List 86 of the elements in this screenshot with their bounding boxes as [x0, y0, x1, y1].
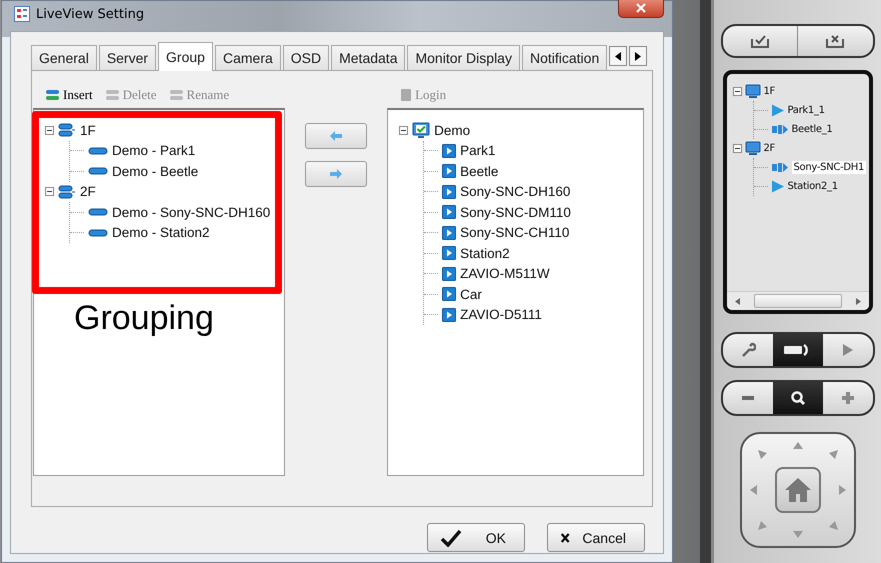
toolbar-button[interactable]: Insert	[45, 87, 93, 103]
tree-item[interactable]: Station2	[460, 246, 510, 261]
home-icon	[784, 477, 812, 503]
wrench-icon	[740, 342, 756, 358]
tree-item[interactable]: Park1	[460, 143, 496, 158]
collapse-toggle[interactable]	[732, 144, 742, 153]
tree-item[interactable]: Park1_1	[788, 105, 825, 116]
triangle-right-icon	[856, 298, 860, 304]
tree-item[interactable]: Demo - Beetle	[112, 164, 198, 179]
group-icon	[58, 184, 76, 199]
tree-item[interactable]: Demo - Sony-SNC-DH160	[112, 204, 270, 220]
tab[interactable]: Monitor Display	[407, 45, 520, 70]
tree-item[interactable]: ZAVIO-M511W	[460, 266, 550, 282]
tree-item[interactable]: Sony-SNC-DM110	[460, 204, 571, 220]
tree-item[interactable]: ZAVIO-D5111	[460, 307, 542, 322]
tree-item[interactable]: Station2_1	[788, 181, 838, 192]
arrow-right-icon	[330, 169, 342, 179]
tab[interactable]: OSD	[282, 45, 330, 70]
tree-item[interactable]: Demo - Station2	[112, 225, 210, 240]
tab[interactable]: Group	[158, 42, 213, 71]
search-button[interactable]	[772, 382, 822, 414]
tab[interactable]: Server	[98, 45, 156, 70]
close-icon	[635, 3, 647, 13]
play-icon	[842, 344, 852, 356]
tree-item[interactable]: Beetle	[460, 164, 498, 179]
tree-item[interactable]: Beetle_1	[792, 124, 832, 135]
annotation-label: Grouping	[74, 299, 214, 338]
stack-icon	[45, 89, 61, 101]
server-check-icon	[412, 122, 430, 139]
monitor-icon	[744, 84, 760, 99]
play-icon	[770, 180, 784, 193]
tree-item[interactable]: Demo - Park1	[112, 143, 196, 158]
close-button[interactable]	[618, 0, 664, 18]
tree-item[interactable]: 1F	[80, 122, 96, 138]
triangle-left-icon	[615, 52, 622, 60]
stack-icon	[104, 89, 121, 101]
camera-play-icon	[442, 266, 456, 281]
search-icon	[790, 390, 806, 406]
tab[interactable]: Camera	[214, 45, 281, 70]
app-icon	[14, 6, 30, 22]
play-icon	[770, 104, 784, 117]
horizontal-scrollbar[interactable]	[726, 291, 868, 310]
camera-play-icon	[442, 226, 456, 240]
home-button[interactable]	[774, 467, 820, 513]
camera-play-icon	[442, 184, 456, 199]
move-left-button[interactable]	[305, 123, 368, 149]
camera-button[interactable]	[772, 334, 822, 366]
tree-item[interactable]: Demo	[434, 122, 470, 138]
arrow-left-icon	[330, 131, 342, 141]
tab-scroll-right-button[interactable]	[629, 46, 648, 66]
minus-icon	[742, 396, 754, 400]
collapse-toggle[interactable]	[45, 187, 54, 196]
tray-check-icon	[750, 34, 770, 48]
collapse-toggle[interactable]	[399, 126, 408, 135]
tab-scroll-left-button[interactable]	[609, 46, 628, 66]
tree-item[interactable]: 2F	[80, 184, 96, 200]
tree-item[interactable]: Sony-SNC-DH1	[792, 161, 866, 174]
plus-icon	[842, 392, 854, 404]
tree-item[interactable]: 1F	[764, 86, 776, 97]
camera-play-icon	[442, 205, 456, 220]
triangle-right-icon	[635, 52, 642, 60]
tree-item[interactable]: Sony-SNC-DH160	[460, 184, 570, 200]
tray-cross-icon	[825, 34, 846, 48]
tab[interactable]: General	[31, 45, 97, 70]
camera-play-icon	[442, 164, 456, 178]
camera-play-icon	[442, 308, 456, 322]
tab[interactable]: Metadata	[331, 45, 406, 70]
camera-play-icon	[442, 287, 456, 302]
checkmark-icon	[440, 528, 462, 546]
camera-play-icon	[442, 144, 456, 158]
group-icon	[58, 123, 76, 138]
collapse-toggle[interactable]	[45, 126, 54, 135]
tree-item[interactable]: Car	[460, 286, 482, 302]
collapse-toggle[interactable]	[732, 87, 742, 96]
camera-play-icon	[442, 246, 456, 260]
tab[interactable]: Notification	[522, 45, 608, 70]
monitor-icon	[744, 141, 760, 156]
triangle-left-icon	[734, 298, 740, 304]
tree-item[interactable]: 2F	[764, 143, 776, 154]
move-right-button[interactable]	[305, 161, 368, 187]
tree-item[interactable]: Sony-SNC-CH110	[460, 225, 570, 240]
stack-icon	[168, 89, 185, 101]
ok-button[interactable]: OK	[427, 523, 525, 552]
window-title: LiveView Setting	[36, 6, 144, 22]
cancel-button[interactable]: Cancel	[547, 523, 645, 552]
ptz-pad[interactable]	[740, 432, 856, 548]
